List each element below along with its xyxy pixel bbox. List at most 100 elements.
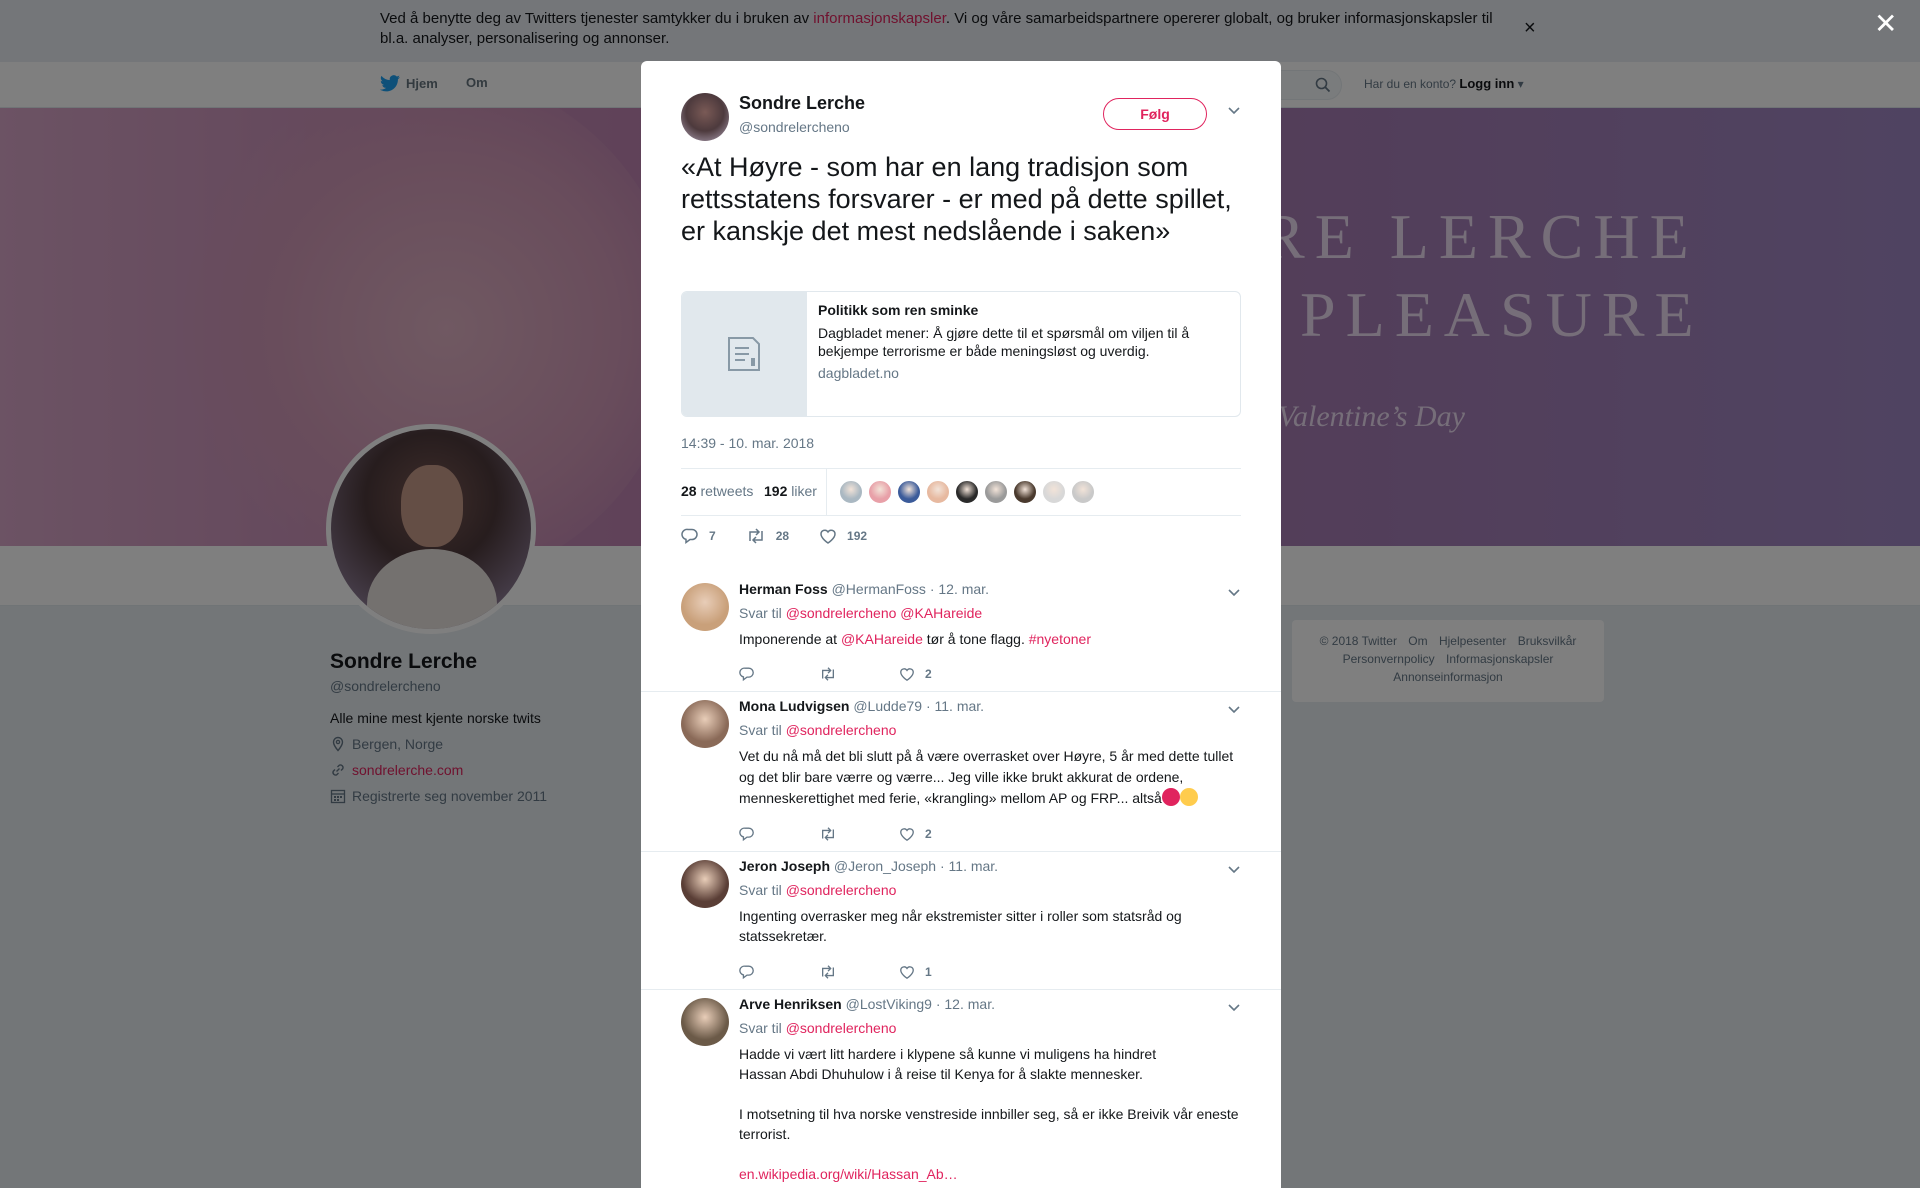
- like-button[interactable]: 2: [899, 826, 979, 842]
- retweet-button[interactable]: 28: [746, 527, 789, 545]
- reply-body-mention[interactable]: @KAHareide: [841, 631, 923, 647]
- reply-to: Svar til @sondrelercheno @KAHareide: [739, 605, 982, 621]
- reply-body: Vet du nå må det bli slutt på å være ove…: [739, 746, 1244, 809]
- reply-icon: [739, 827, 754, 842]
- reply-tweet[interactable]: Jeron Joseph @Jeron_Joseph · 11. mar. Sv…: [641, 852, 1281, 990]
- like-stat[interactable]: 192 liker: [764, 483, 817, 499]
- like-button[interactable]: 2: [899, 666, 979, 682]
- tweet-header: Sondre Lerche @sondrelercheno Følg: [681, 93, 1241, 143]
- huffing-face-emoji-icon: [1179, 788, 1198, 806]
- chevron-down-icon[interactable]: [1227, 103, 1241, 117]
- reply-name[interactable]: Mona Ludvigsen: [739, 698, 849, 714]
- reply-tweet[interactable]: Arve Henriksen @LostViking9 · 12. mar. S…: [641, 990, 1281, 1188]
- link-card[interactable]: Politikk som ren sminke Dagbladet mener:…: [681, 291, 1241, 417]
- author-handle[interactable]: @sondrelercheno: [739, 119, 850, 135]
- tweet-timestamp[interactable]: 14:39 - 10. mar. 2018: [681, 435, 814, 451]
- reply-body: Ingenting overrasker meg når ekstremiste…: [739, 908, 1182, 944]
- reply-avatar[interactable]: [681, 583, 729, 631]
- retweet-stat-count: 28: [681, 483, 697, 499]
- card-description: Dagbladet mener: Å gjøre dette til et sp…: [818, 325, 1190, 359]
- heart-icon: [900, 668, 914, 682]
- liker-avatar[interactable]: [984, 480, 1008, 504]
- retweet-icon: [822, 827, 834, 841]
- retweet-stat-label: retweets: [700, 483, 754, 499]
- reply-to: Svar til @sondrelercheno: [739, 1020, 896, 1036]
- reply-link[interactable]: en.wikipedia.org/wiki/Hassan_Ab…: [739, 1164, 1244, 1184]
- reply-actions: 2: [739, 666, 979, 682]
- liker-avatar[interactable]: [955, 480, 979, 504]
- reply-to-label: Svar til: [739, 722, 782, 738]
- reply-button[interactable]: [739, 964, 819, 980]
- author-name[interactable]: Sondre Lerche: [739, 93, 865, 114]
- reply-tweet[interactable]: Mona Ludvigsen @Ludde79 · 11. mar. Svar …: [641, 692, 1281, 852]
- reply-avatar[interactable]: [681, 700, 729, 748]
- author-avatar[interactable]: [681, 93, 729, 141]
- liker-avatar[interactable]: [897, 480, 921, 504]
- reply-date[interactable]: · 11. mar.: [940, 858, 998, 874]
- retweet-icon: [822, 965, 834, 979]
- reply-handle[interactable]: @HermanFoss: [832, 581, 926, 597]
- reply-date[interactable]: · 12. mar.: [930, 581, 989, 597]
- reply-name[interactable]: Arve Henriksen: [739, 996, 842, 1012]
- like-stat-label: liker: [791, 483, 817, 499]
- reply-avatar[interactable]: [681, 998, 729, 1046]
- card-domain: dagbladet.no: [818, 365, 899, 381]
- chevron-down-icon[interactable]: [1227, 1000, 1241, 1014]
- retweet-icon: [822, 667, 834, 681]
- liker-avatar[interactable]: [839, 480, 863, 504]
- reply-mentions[interactable]: @sondrelercheno: [786, 1020, 897, 1036]
- liker-avatar[interactable]: [1042, 480, 1066, 504]
- reply-mentions[interactable]: @sondrelercheno: [786, 722, 897, 738]
- reply-body-text: tør å tone flagg.: [922, 631, 1029, 647]
- chevron-down-icon[interactable]: [1227, 702, 1241, 716]
- like-button[interactable]: 192: [819, 527, 867, 545]
- retweet-button[interactable]: [819, 826, 899, 842]
- reply-button[interactable]: 7: [681, 527, 716, 545]
- chevron-down-icon[interactable]: [1227, 585, 1241, 599]
- hashtag-link[interactable]: #nyetoner: [1029, 631, 1091, 647]
- tweet-text: «At Høyre - som har en lang tradisjon so…: [681, 152, 1232, 246]
- reply-body: Imponerende at @KAHareide tør å tone fla…: [739, 629, 1244, 649]
- reply-name[interactable]: Jeron Joseph: [739, 858, 830, 874]
- liker-avatar[interactable]: [868, 480, 892, 504]
- reply-actions: 2: [739, 826, 979, 842]
- liker-avatar[interactable]: [926, 480, 950, 504]
- reply-to: Svar til @sondrelercheno: [739, 722, 896, 738]
- reply-date[interactable]: · 11. mar.: [926, 698, 984, 714]
- retweet-button[interactable]: [819, 666, 899, 682]
- reply-header: Mona Ludvigsen @Ludde79 · 11. mar.: [739, 698, 984, 714]
- like-count: 2: [925, 827, 932, 841]
- reply-avatar[interactable]: [681, 860, 729, 908]
- like-count: 2: [925, 667, 932, 681]
- reply-handle[interactable]: @Ludde79: [853, 698, 922, 714]
- like-count: 192: [847, 529, 868, 543]
- reply-tweet[interactable]: Herman Foss @HermanFoss · 12. mar. Svar …: [641, 575, 1281, 692]
- tweet-modal: Sondre Lerche @sondrelercheno Følg «At H…: [641, 61, 1281, 1188]
- retweet-button[interactable]: [819, 964, 899, 980]
- card-thumbnail: [682, 292, 807, 416]
- like-stat-count: 192: [764, 483, 788, 499]
- reply-mentions[interactable]: @sondrelercheno: [786, 882, 897, 898]
- chevron-down-icon[interactable]: [1227, 862, 1241, 876]
- reply-handle[interactable]: @Jeron_Joseph: [834, 858, 936, 874]
- reply-body-paragraph: Hadde vi vært litt hardere i klypene så …: [739, 1046, 1157, 1082]
- reply-body-text: Imponerende at: [739, 631, 841, 647]
- reply-handle[interactable]: @LostViking9: [846, 996, 932, 1012]
- reply-button[interactable]: [739, 666, 819, 682]
- follow-button[interactable]: Følg: [1103, 98, 1207, 130]
- reply-date[interactable]: · 12. mar.: [936, 996, 995, 1012]
- reply-name[interactable]: Herman Foss: [739, 581, 828, 597]
- retweet-stat[interactable]: 28 retweets: [681, 483, 753, 499]
- tweet-stats: 28 retweets 192 liker: [681, 468, 1241, 516]
- close-icon[interactable]: ✕: [1874, 10, 1897, 38]
- liker-avatar[interactable]: [1071, 480, 1095, 504]
- like-count: 1: [925, 965, 932, 979]
- reply-button[interactable]: [739, 826, 819, 842]
- like-button[interactable]: 1: [899, 964, 979, 980]
- reply-mentions[interactable]: @sondrelercheno @KAHareide: [786, 605, 983, 621]
- liker-avatar[interactable]: [1013, 480, 1037, 504]
- angry-face-emoji-icon: [1161, 788, 1180, 806]
- reply-icon: [681, 528, 698, 544]
- card-title: Politikk som ren sminke: [818, 302, 979, 318]
- reply-count: 7: [709, 529, 716, 543]
